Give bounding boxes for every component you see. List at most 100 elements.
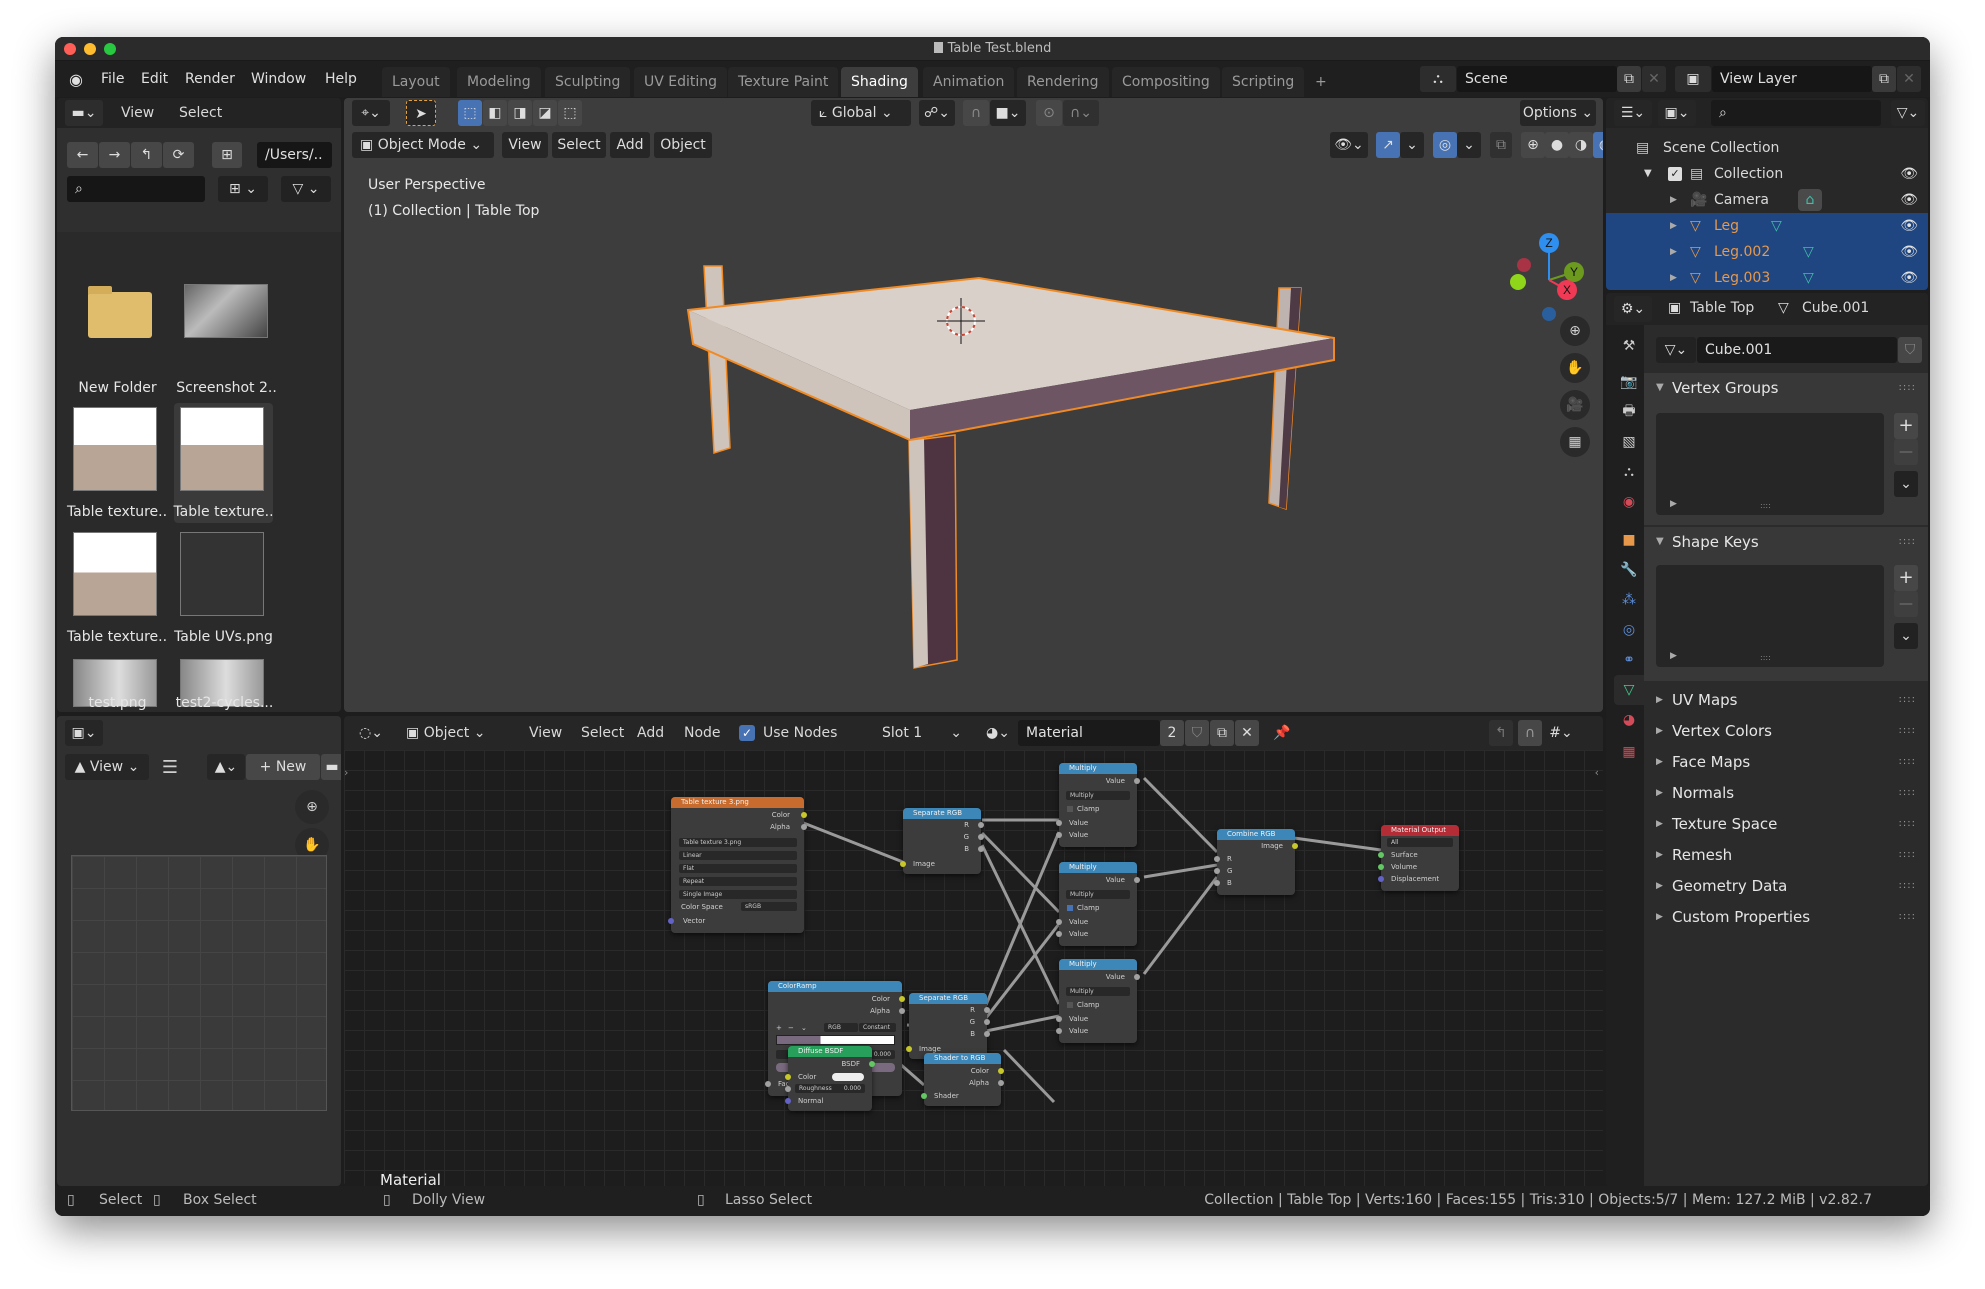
operation-dropdown[interactable]: Multiply xyxy=(1066,890,1130,899)
socket-normal-in[interactable] xyxy=(785,1098,791,1104)
filter-dropdown[interactable]: ▽⌄ xyxy=(1891,100,1925,126)
table-3d-model[interactable] xyxy=(344,98,1603,712)
socket-value-out[interactable] xyxy=(1134,778,1140,784)
list-resize-handle-icon[interactable]: :::: xyxy=(1760,501,1771,510)
socket-value-in[interactable] xyxy=(1056,820,1062,826)
eye-icon[interactable]: 👁 xyxy=(1900,187,1918,213)
remove-stop-icon[interactable]: − xyxy=(788,1024,794,1032)
socket-image-in[interactable] xyxy=(900,861,906,867)
tab-output-icon[interactable]: 🖶 xyxy=(1614,397,1644,427)
menu-help[interactable]: Help xyxy=(325,71,357,87)
socket-alpha-out[interactable] xyxy=(998,1080,1004,1086)
tab-scripting[interactable]: Scripting xyxy=(1222,67,1305,97)
socket-b-in[interactable] xyxy=(1214,880,1220,886)
target-dropdown[interactable]: All xyxy=(1387,838,1453,847)
file-item[interactable]: Table texture.. xyxy=(65,532,170,662)
socket-b-out[interactable] xyxy=(978,846,984,852)
view-dropdown[interactable]: ▲ View ⌄ xyxy=(65,754,149,780)
sidebar-toggle-arrow-icon[interactable]: › xyxy=(344,766,348,779)
editor-type-button[interactable]: ⚙⌄ xyxy=(1614,296,1652,322)
node-header[interactable]: Multiply xyxy=(1059,862,1137,873)
outliner-row-leg[interactable]: ▶ ▽ Leg ▽ 👁 xyxy=(1606,213,1928,239)
tab-shading[interactable]: Shading xyxy=(841,67,918,97)
camera-view-icon[interactable]: 🎥 xyxy=(1560,390,1590,420)
image-browse-button[interactable]: ▲⌄ xyxy=(207,754,245,780)
tab-compositing[interactable]: Compositing xyxy=(1112,67,1220,97)
socket-r-out[interactable] xyxy=(984,1007,990,1013)
delete-scene-button[interactable]: ✕ xyxy=(1642,66,1666,92)
outliner-row-camera[interactable]: ▶ 🎥 Camera ⌂ 👁 xyxy=(1606,187,1928,213)
ramp-specials-icon[interactable]: ⌄ xyxy=(801,1024,807,1032)
expand-arrow-icon[interactable]: ▶ xyxy=(1670,265,1677,290)
color-space-dropdown[interactable]: sRGB xyxy=(741,902,797,911)
tab-object-icon[interactable]: ■ xyxy=(1614,525,1644,555)
file-item[interactable]: Screenshot 2.. xyxy=(174,282,279,412)
socket-vector-in[interactable] xyxy=(668,918,674,924)
socket-roughness-in[interactable] xyxy=(785,1086,791,1092)
list-resize-handle-icon[interactable]: :::: xyxy=(1760,653,1771,662)
camera-data-icon[interactable]: ⌂ xyxy=(1798,189,1822,211)
expand-arrow-icon[interactable]: ▶ xyxy=(1670,239,1677,265)
file-search-input[interactable]: ⌕ xyxy=(67,176,205,202)
socket-image-in[interactable] xyxy=(906,1046,912,1052)
color-swatch[interactable] xyxy=(832,1073,864,1081)
panel-face-maps[interactable]: ▶ Face Maps:::: xyxy=(1644,747,1928,777)
node-header[interactable]: Separate RGB xyxy=(903,808,981,819)
node-separate-rgb[interactable]: Separate RGB R G B Image xyxy=(900,808,984,874)
panel-geometry-data[interactable]: ▶ Geometry Data:::: xyxy=(1644,871,1928,901)
display-mode-button[interactable]: ⊞ ⌄ xyxy=(218,176,268,202)
socket-displacement-in[interactable] xyxy=(1378,876,1384,882)
socket-alpha-out[interactable] xyxy=(899,1008,905,1014)
editor-type-button[interactable]: ☰⌄ xyxy=(1614,100,1652,126)
socket-r-in[interactable] xyxy=(1214,856,1220,862)
tab-texture-icon[interactable]: ▦ xyxy=(1614,737,1644,767)
fake-user-button[interactable]: ⛉ xyxy=(1898,337,1922,363)
node-header[interactable]: Material Output xyxy=(1381,825,1459,836)
image-datablock-field[interactable]: Table texture 3.png xyxy=(679,838,797,847)
source-dropdown[interactable]: Single Image xyxy=(679,890,797,899)
back-button[interactable]: ← xyxy=(67,142,98,168)
new-view-layer-button[interactable]: ⧉ xyxy=(1872,66,1896,92)
mesh-data-icon[interactable]: ▽ xyxy=(1803,265,1814,290)
tab-render-icon[interactable]: 📷 xyxy=(1614,367,1644,397)
add-stop-icon[interactable]: + xyxy=(776,1024,782,1032)
eye-icon[interactable]: 👁 xyxy=(1900,239,1918,265)
node-multiply[interactable]: Multiply Value Multiply Clamp Value Valu… xyxy=(1056,763,1140,847)
parent-directory-button[interactable]: ↰ xyxy=(131,142,162,168)
tab-layout[interactable]: Layout xyxy=(382,67,450,97)
outliner-row-leg-003[interactable]: ▶ ▽ Leg.003 ▽ 👁 xyxy=(1606,265,1928,290)
tab-constraints-icon[interactable]: ⚭ xyxy=(1614,645,1644,675)
list-filter-arrow-icon[interactable]: ▶ xyxy=(1670,651,1677,661)
close-window-button[interactable] xyxy=(64,43,76,55)
shader-node-editor[interactable]: ◌⌄ ▣ Object ⌄ View Select Add Node ✓ Use… xyxy=(344,716,1603,1186)
node-header[interactable]: Multiply xyxy=(1059,763,1137,774)
panel-uv-maps[interactable]: ▶ UV Maps:::: xyxy=(1644,685,1928,715)
file-item[interactable]: New Folder xyxy=(65,282,170,412)
socket-r-out[interactable] xyxy=(978,822,984,828)
display-mode-dropdown[interactable]: ▣⌄ xyxy=(1658,100,1696,126)
node-header[interactable]: Shader to RGB xyxy=(924,1053,1001,1064)
panel-remesh[interactable]: ▶ Remesh:::: xyxy=(1644,840,1928,870)
projection-dropdown[interactable]: Flat xyxy=(679,864,797,873)
socket-value-in[interactable] xyxy=(1056,1028,1062,1034)
socket-g-out[interactable] xyxy=(984,1019,990,1025)
outliner-search-input[interactable]: ⌕ xyxy=(1711,100,1881,126)
tab-view-layer-icon[interactable]: ▧ xyxy=(1614,427,1644,457)
node-image-texture[interactable]: Table texture 3.png Color Alpha Table te… xyxy=(668,797,807,933)
tab-modifiers-icon[interactable]: 🔧 xyxy=(1614,555,1644,585)
node-multiply[interactable]: Multiply Value Multiply Clamp Value Valu… xyxy=(1056,959,1140,1043)
tab-scene-icon[interactable]: ⛬ xyxy=(1614,457,1644,487)
drag-handle-icon[interactable]: :::: xyxy=(1899,840,1916,870)
socket-value-in[interactable] xyxy=(1056,919,1062,925)
drag-handle-icon[interactable]: :::: xyxy=(1899,902,1916,932)
clamp-checkbox[interactable] xyxy=(1067,905,1073,911)
minimize-window-button[interactable] xyxy=(84,43,96,55)
socket-image-out[interactable] xyxy=(1292,843,1298,849)
collection-checkbox[interactable]: ✓ xyxy=(1668,167,1682,181)
panel-vertex-colors[interactable]: ▶ Vertex Colors:::: xyxy=(1644,716,1928,746)
drag-handle-icon[interactable]: :::: xyxy=(1899,871,1916,901)
node-multiply[interactable]: Multiply Value Multiply Clamp Value Valu… xyxy=(1056,862,1140,946)
zoom-window-button[interactable] xyxy=(104,43,116,55)
node-shader-to-rgb[interactable]: Shader to RGB Color Alpha Shader xyxy=(921,1053,1004,1106)
new-scene-button[interactable]: ⧉ xyxy=(1617,66,1641,92)
